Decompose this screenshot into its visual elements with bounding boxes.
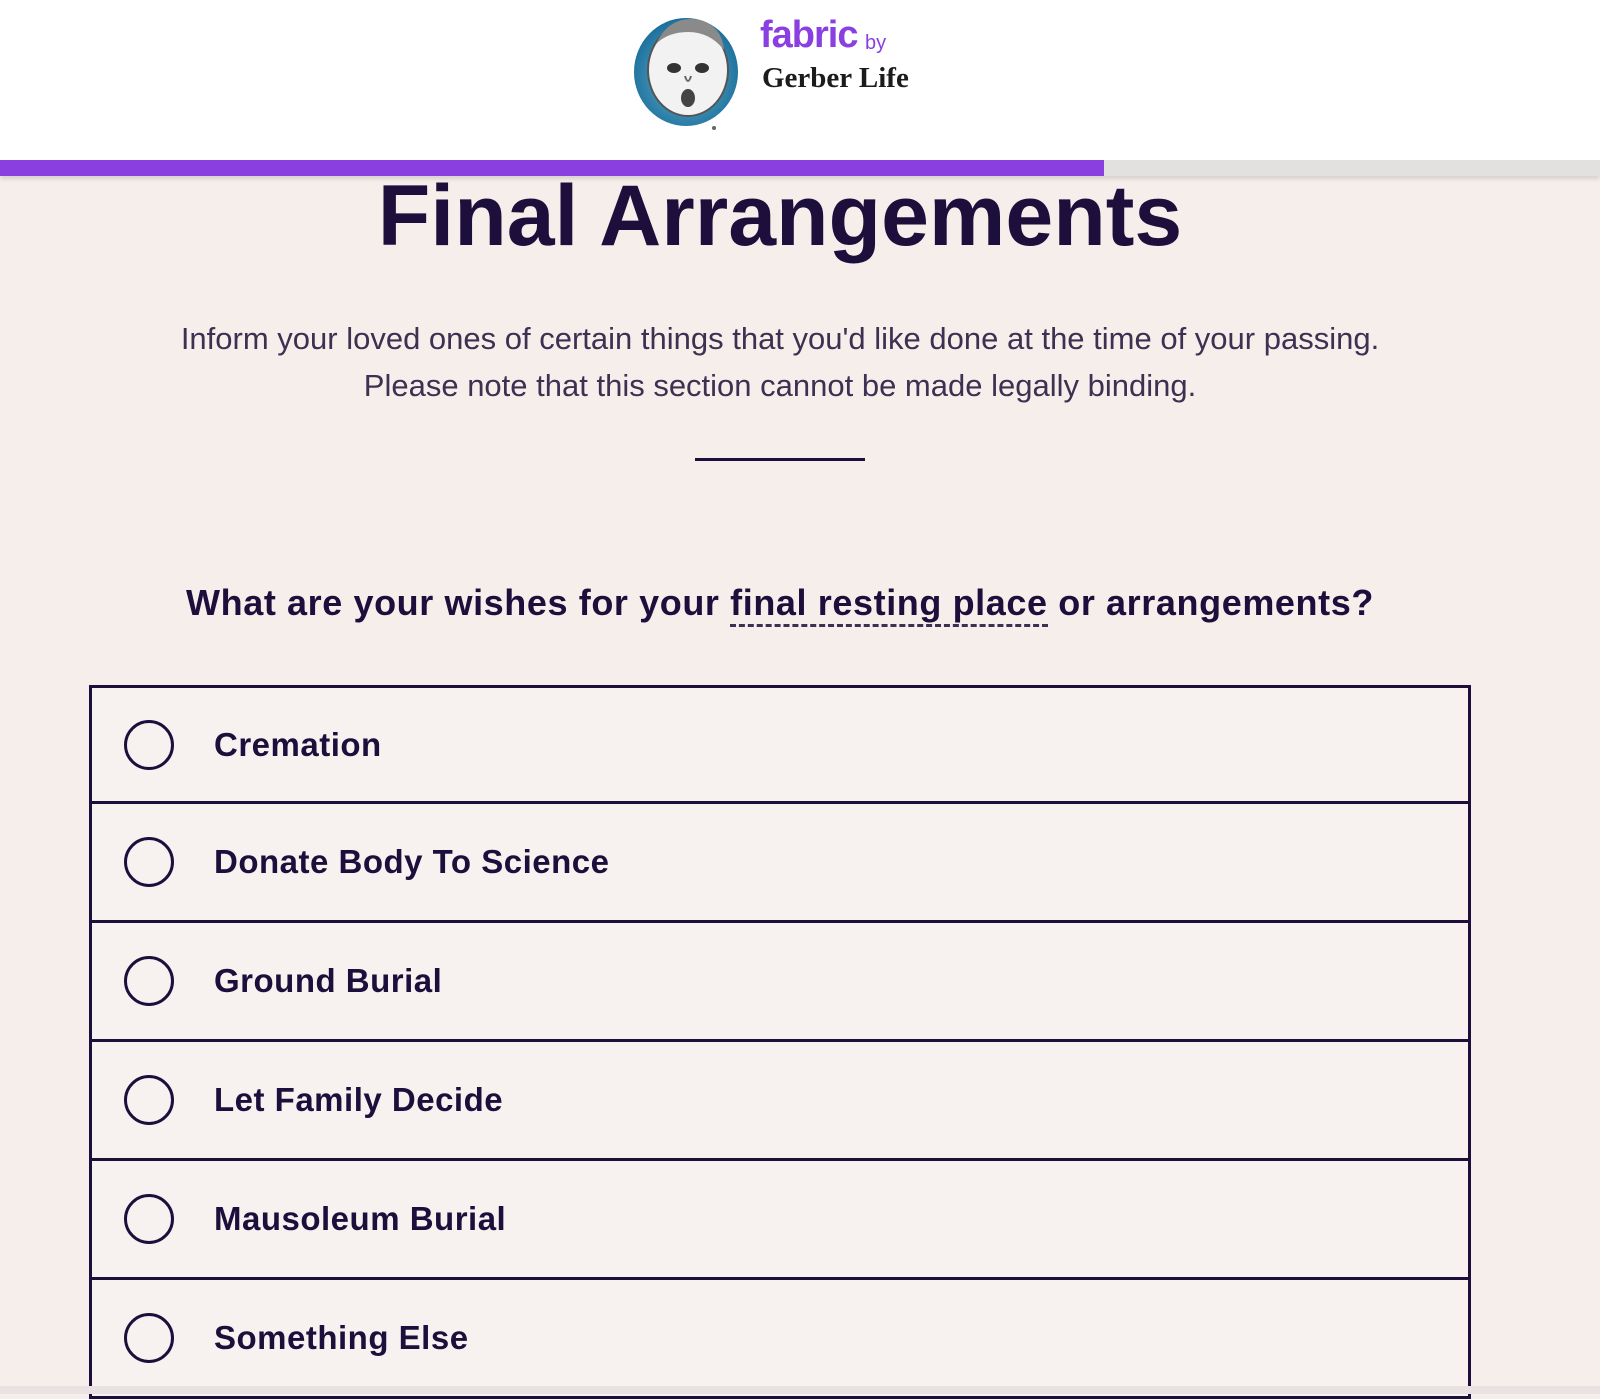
option-label: Cremation xyxy=(214,725,382,763)
radio-circle-icon[interactable] xyxy=(124,837,174,887)
radio-circle-icon[interactable] xyxy=(124,1313,174,1363)
option-mausoleum-burial[interactable]: Mausoleum Burial xyxy=(89,1161,1471,1280)
radio-circle-icon[interactable] xyxy=(124,956,174,1006)
option-donate-body-to-science[interactable]: Donate Body To Science xyxy=(89,804,1471,923)
option-label: Donate Body To Science xyxy=(214,843,610,880)
option-let-family-decide[interactable]: Let Family Decide xyxy=(89,1042,1471,1161)
fabric-gerber-logo[interactable]: fabric by Gerber Life xyxy=(630,6,950,132)
page-title: Final Arrangements xyxy=(377,168,1183,264)
question-suffix: or arrangements? xyxy=(1047,582,1374,623)
radio-circle-icon[interactable] xyxy=(124,719,174,770)
question-prefix: What are your wishes for your xyxy=(186,582,731,623)
site-header: fabric by Gerber Life xyxy=(0,0,1600,160)
option-something-else[interactable]: Something Else xyxy=(89,1280,1471,1399)
question-text: What are your wishes for your final rest… xyxy=(0,582,1560,627)
brand-fabric-text: fabric xyxy=(760,14,858,56)
option-label: Mausoleum Burial xyxy=(214,1200,507,1237)
brand-by-text: by xyxy=(865,32,887,54)
option-label: Let Family Decide xyxy=(214,1081,504,1118)
radio-circle-icon[interactable] xyxy=(124,1194,174,1244)
intro-text: Inform your loved ones of certain things… xyxy=(180,321,1380,403)
gerber-baby-icon xyxy=(634,18,738,130)
question-term-tooltip-link[interactable]: final resting place xyxy=(730,582,1048,627)
scroll-edge xyxy=(0,1386,1600,1394)
radio-circle-icon[interactable] xyxy=(124,1075,174,1125)
option-cremation[interactable]: Cremation xyxy=(89,685,1471,804)
option-ground-burial[interactable]: Ground Burial xyxy=(89,923,1471,1042)
option-label: Something Else xyxy=(214,1319,469,1356)
option-label: Ground Burial xyxy=(214,962,443,999)
brand-company-text: Gerber Life xyxy=(762,62,909,94)
section-divider xyxy=(695,458,865,461)
options-radio-group: Cremation Donate Body To Science Ground … xyxy=(89,685,1471,1399)
